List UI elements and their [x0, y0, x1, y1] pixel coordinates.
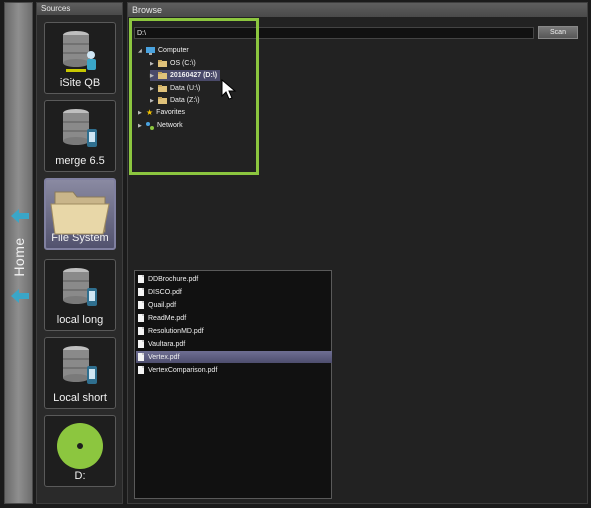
disc-icon — [57, 423, 103, 469]
file-item-selected[interactable]: Vertex.pdf — [136, 351, 332, 363]
file-item[interactable]: DISCO.pdf — [136, 286, 332, 298]
file-name: Vaultara.pdf — [148, 340, 186, 348]
file-name: DDBrochure.pdf — [148, 275, 199, 283]
source-isite-qb[interactable]: iSite QB — [44, 22, 116, 94]
home-label[interactable]: Home — [11, 237, 27, 276]
document-icon — [138, 340, 144, 348]
file-list: DDBrochure.pdf DISCO.pdf Quail.pdf ReadM… — [134, 270, 332, 499]
file-item[interactable]: VertexComparison.pdf — [136, 364, 332, 376]
file-name: ReadMe.pdf — [148, 314, 187, 322]
document-icon — [138, 327, 144, 335]
document-icon — [138, 301, 144, 309]
file-name: ResolutionMD.pdf — [148, 327, 204, 335]
tree-highlight-box — [129, 18, 259, 175]
database-server-icon — [63, 346, 97, 384]
file-name: VertexComparison.pdf — [148, 366, 218, 374]
file-name: Quail.pdf — [148, 301, 177, 309]
file-name: Vertex.pdf — [148, 353, 180, 361]
source-label: merge 6.5 — [55, 155, 105, 167]
source-label: local long — [56, 314, 104, 326]
document-icon — [138, 275, 144, 283]
database-server-icon — [63, 268, 97, 306]
file-name: DISCO.pdf — [148, 288, 182, 296]
home-rail[interactable]: Home — [4, 2, 33, 504]
source-local-long[interactable]: local long — [44, 259, 116, 331]
browse-title: Browse — [128, 3, 587, 17]
document-icon — [138, 314, 144, 322]
document-icon — [138, 288, 144, 296]
source-local-short[interactable]: Local short — [44, 337, 116, 409]
database-server-icon — [63, 31, 96, 72]
source-file-system[interactable]: File System — [44, 178, 116, 250]
document-icon — [138, 366, 144, 374]
scan-button[interactable]: Scan — [538, 26, 578, 39]
sources-title: Sources — [37, 3, 122, 15]
folder-icon — [50, 191, 110, 235]
back-arrow-icon[interactable] — [11, 209, 29, 223]
mouse-pointer-icon — [221, 79, 237, 100]
document-icon — [138, 353, 144, 361]
source-d-drive[interactable]: D: — [44, 415, 116, 487]
source-label: Local short — [53, 392, 107, 404]
file-item[interactable]: Quail.pdf — [136, 299, 332, 311]
file-item[interactable]: ReadMe.pdf — [136, 312, 332, 324]
file-item[interactable]: ResolutionMD.pdf — [136, 325, 332, 337]
file-item[interactable]: Vaultara.pdf — [136, 338, 332, 350]
sources-panel: Sources iSite QB merge 6.5 File System l… — [36, 2, 123, 504]
source-label: iSite QB — [59, 77, 101, 89]
database-server-icon — [63, 109, 97, 147]
browse-panel: Browse Scan ◢ Computer ▶ OS (C:\) ▶ 2016… — [127, 2, 588, 504]
source-merge-6-5[interactable]: merge 6.5 — [44, 100, 116, 172]
file-item[interactable]: DDBrochure.pdf — [136, 273, 332, 285]
back-arrow-icon[interactable] — [11, 289, 29, 303]
